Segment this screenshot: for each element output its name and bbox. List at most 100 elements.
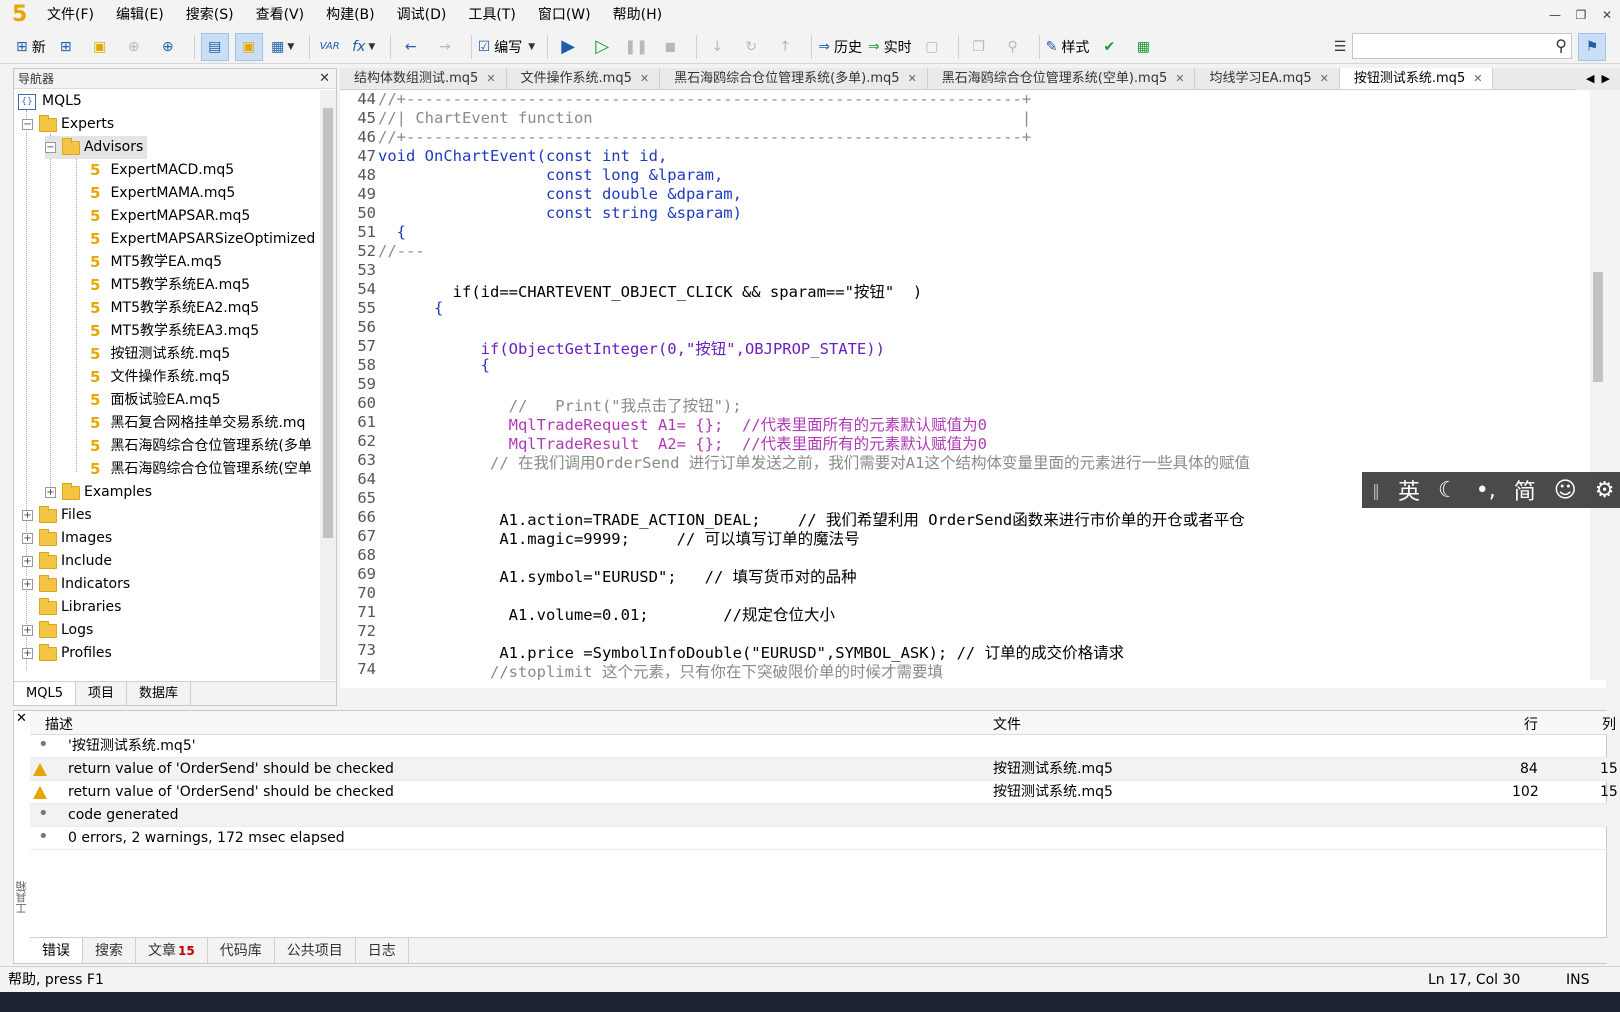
menu-search[interactable]: 搜索(S) bbox=[175, 0, 245, 30]
code-line[interactable]: // 在我们调用OrderSend 进行订单发送之前，我们需要对A1这个结构体变… bbox=[378, 451, 1250, 473]
close-icon[interactable]: ✕ bbox=[1175, 72, 1184, 85]
tab-mql5[interactable]: MQL5 bbox=[14, 682, 76, 705]
tree-file[interactable]: 5 黑石复合网格挂单交易系统.mq bbox=[90, 412, 305, 435]
editor-tab[interactable]: 结构体数组测试.mq5 ✕ bbox=[340, 68, 507, 89]
tab-codebase[interactable]: 代码库 bbox=[208, 938, 275, 963]
code-line[interactable]: { bbox=[378, 299, 443, 317]
code-line[interactable]: A1.volume=0.01; //规定仓位大小 bbox=[378, 603, 835, 625]
tree-file[interactable]: 5 MT5教学系统EA3.mq5 bbox=[90, 320, 259, 343]
options-button[interactable]: ☰ bbox=[1326, 33, 1354, 61]
navigator-toggle-button[interactable]: ▤ bbox=[200, 32, 229, 61]
code-line[interactable]: const string &sparam) bbox=[378, 204, 742, 222]
code-editor[interactable]: 44//+-----------------------------------… bbox=[340, 90, 1606, 688]
tree-file[interactable]: 5 文件操作系统.mq5 bbox=[90, 366, 230, 389]
ime-handle-icon[interactable]: ‖ bbox=[1372, 481, 1380, 500]
close-icon[interactable]: ✕ bbox=[908, 72, 917, 85]
collapse-icon[interactable]: − bbox=[45, 142, 56, 153]
style-button[interactable]: ✎ 样式 bbox=[1046, 33, 1090, 61]
close-icon[interactable]: ✕ bbox=[1594, 0, 1620, 30]
code-line[interactable]: A1.magic=9999; // 可以填写订单的魔法号 bbox=[378, 527, 859, 549]
editor-tab[interactable]: 文件操作系统.mq5 ✕ bbox=[507, 68, 661, 89]
tree-file[interactable]: 5 黑石海鸥综合仓位管理系统(空单 bbox=[90, 458, 312, 481]
tab-right-icon[interactable]: ▶ bbox=[1602, 72, 1610, 85]
menu-tools[interactable]: 工具(T) bbox=[457, 0, 526, 30]
minimize-icon[interactable]: — bbox=[1542, 0, 1568, 30]
tree-item-profiles[interactable]: + Profiles bbox=[22, 642, 112, 665]
close-icon[interactable]: ✕ bbox=[1473, 72, 1482, 85]
toolbox-button[interactable]: ▦ ▼ bbox=[269, 33, 297, 61]
tree-file[interactable]: 5 面板试验EA.mq5 bbox=[90, 389, 221, 412]
tree-item-logs[interactable]: + Logs bbox=[22, 619, 93, 642]
ime-mode[interactable]: 简 bbox=[1514, 474, 1536, 506]
expand-icon[interactable]: + bbox=[45, 487, 56, 498]
tab-database[interactable]: 数据库 bbox=[127, 682, 191, 705]
output-row[interactable]: • 0 errors, 2 warnings, 172 msec elapsed bbox=[30, 827, 1607, 850]
compare-button[interactable]: ⚲ bbox=[999, 33, 1027, 61]
scrollbar-thumb[interactable] bbox=[323, 108, 333, 538]
expand-icon[interactable]: + bbox=[22, 625, 33, 636]
tree-file[interactable]: 5 ExpertMAMA.mq5 bbox=[90, 182, 235, 205]
code-line[interactable]: void OnChartEvent(const int id, bbox=[378, 147, 667, 165]
tab-project[interactable]: 项目 bbox=[76, 682, 127, 705]
tree-file[interactable]: 5 ExpertMAPSAR.mq5 bbox=[90, 205, 250, 228]
realtime-button[interactable]: ⇒ 实时 bbox=[868, 33, 912, 61]
menu-edit[interactable]: 编辑(E) bbox=[105, 0, 175, 30]
restore-icon[interactable]: ❐ bbox=[1568, 0, 1594, 30]
close-icon[interactable]: ✕ bbox=[319, 69, 330, 89]
stop-profiler-button[interactable]: ▢ bbox=[918, 33, 946, 61]
expand-icon[interactable]: + bbox=[22, 533, 33, 544]
ime-lang[interactable]: 英 bbox=[1398, 474, 1420, 506]
col-col[interactable]: 列 bbox=[1602, 714, 1616, 734]
editor-tab[interactable]: 黑石海鸥综合仓位管理系统(多单).mq5 ✕ bbox=[660, 68, 928, 89]
step-over-button[interactable]: ↻ bbox=[737, 33, 765, 61]
forward-button[interactable]: → bbox=[431, 33, 459, 61]
menu-file[interactable]: 文件(F) bbox=[36, 0, 105, 30]
tab-search[interactable]: 搜索 bbox=[83, 938, 136, 963]
editor-vertical-scrollbar[interactable] bbox=[1590, 90, 1606, 680]
check-button[interactable]: ✔ bbox=[1095, 33, 1123, 61]
editor-tab-active[interactable]: 按钮测试系统.mq5 ✕ bbox=[1339, 68, 1494, 89]
history-button[interactable]: ⇒ 历史 bbox=[818, 33, 862, 61]
search-icon[interactable]: ⚲ bbox=[1555, 36, 1567, 55]
save-button[interactable]: ⊕ bbox=[120, 33, 148, 61]
compile-button[interactable]: ☑ 编写 ▼ bbox=[478, 33, 535, 61]
col-desc[interactable]: 描述 bbox=[45, 714, 73, 734]
tree-item-images[interactable]: + Images bbox=[22, 527, 112, 550]
menu-build[interactable]: 构建(B) bbox=[315, 0, 386, 30]
scrollbar-thumb[interactable] bbox=[1593, 272, 1603, 382]
new-project-button[interactable]: ⊞ bbox=[52, 33, 80, 61]
code-line[interactable]: //| ChartEvent function | bbox=[378, 109, 1031, 127]
mql5-community-button[interactable]: ⚑ bbox=[1578, 33, 1606, 61]
tree-item-libraries[interactable]: Libraries bbox=[39, 596, 121, 619]
tree-root-mql5[interactable]: {} MQL5 bbox=[18, 90, 82, 113]
gear-icon[interactable]: ⚙ bbox=[1595, 478, 1615, 503]
emoji-icon[interactable]: ☺ bbox=[1554, 478, 1577, 503]
editor-tab[interactable]: 黑石海鸥综合仓位管理系统(空单).mq5 ✕ bbox=[928, 68, 1196, 89]
terminal-button[interactable]: ▦ bbox=[1129, 33, 1157, 61]
navigator-scrollbar[interactable] bbox=[320, 90, 336, 680]
fx-button[interactable]: fx ▼ bbox=[350, 33, 378, 61]
expand-icon[interactable]: + bbox=[22, 648, 33, 659]
tree-item-examples[interactable]: + Examples bbox=[45, 481, 152, 504]
moon-icon[interactable]: ☾ bbox=[1438, 478, 1458, 503]
tree-file[interactable]: 5 MT5教学系统EA2.mq5 bbox=[90, 297, 259, 320]
tree-item-experts[interactable]: − Experts bbox=[22, 113, 114, 136]
expand-icon[interactable]: + bbox=[22, 579, 33, 590]
expand-icon[interactable]: + bbox=[22, 510, 33, 521]
menu-debug[interactable]: 调试(D) bbox=[386, 0, 458, 30]
code-line[interactable]: A1.symbol="EURUSD"; // 填写货币对的品种 bbox=[378, 565, 856, 587]
code-line[interactable]: const double &dparam, bbox=[378, 185, 742, 203]
editor-horizontal-scrollbar[interactable] bbox=[340, 688, 1606, 702]
run-button[interactable]: ▷ bbox=[588, 33, 616, 61]
tab-errors[interactable]: 错误 bbox=[30, 938, 83, 963]
tree-file[interactable]: 5 ExpertMAPSARSizeOptimized bbox=[90, 228, 315, 251]
new-button[interactable]: ⊞ 新 bbox=[16, 33, 46, 61]
output-row[interactable]: return value of 'OrderSend' should be ch… bbox=[30, 781, 1618, 804]
editor-tab[interactable]: 均线学习EA.mq5 ✕ bbox=[1195, 68, 1340, 89]
tree-item-indicators[interactable]: + Indicators bbox=[22, 573, 130, 596]
var-button[interactable]: VAR bbox=[316, 33, 344, 61]
search-input[interactable]: ⚲ bbox=[1352, 33, 1572, 59]
tree-file[interactable]: 5 ExpertMACD.mq5 bbox=[90, 159, 234, 182]
tree-file[interactable]: 5 黑石海鸥综合仓位管理系统(多单 bbox=[90, 435, 312, 458]
output-row[interactable]: return value of 'OrderSend' should be ch… bbox=[30, 758, 1618, 781]
